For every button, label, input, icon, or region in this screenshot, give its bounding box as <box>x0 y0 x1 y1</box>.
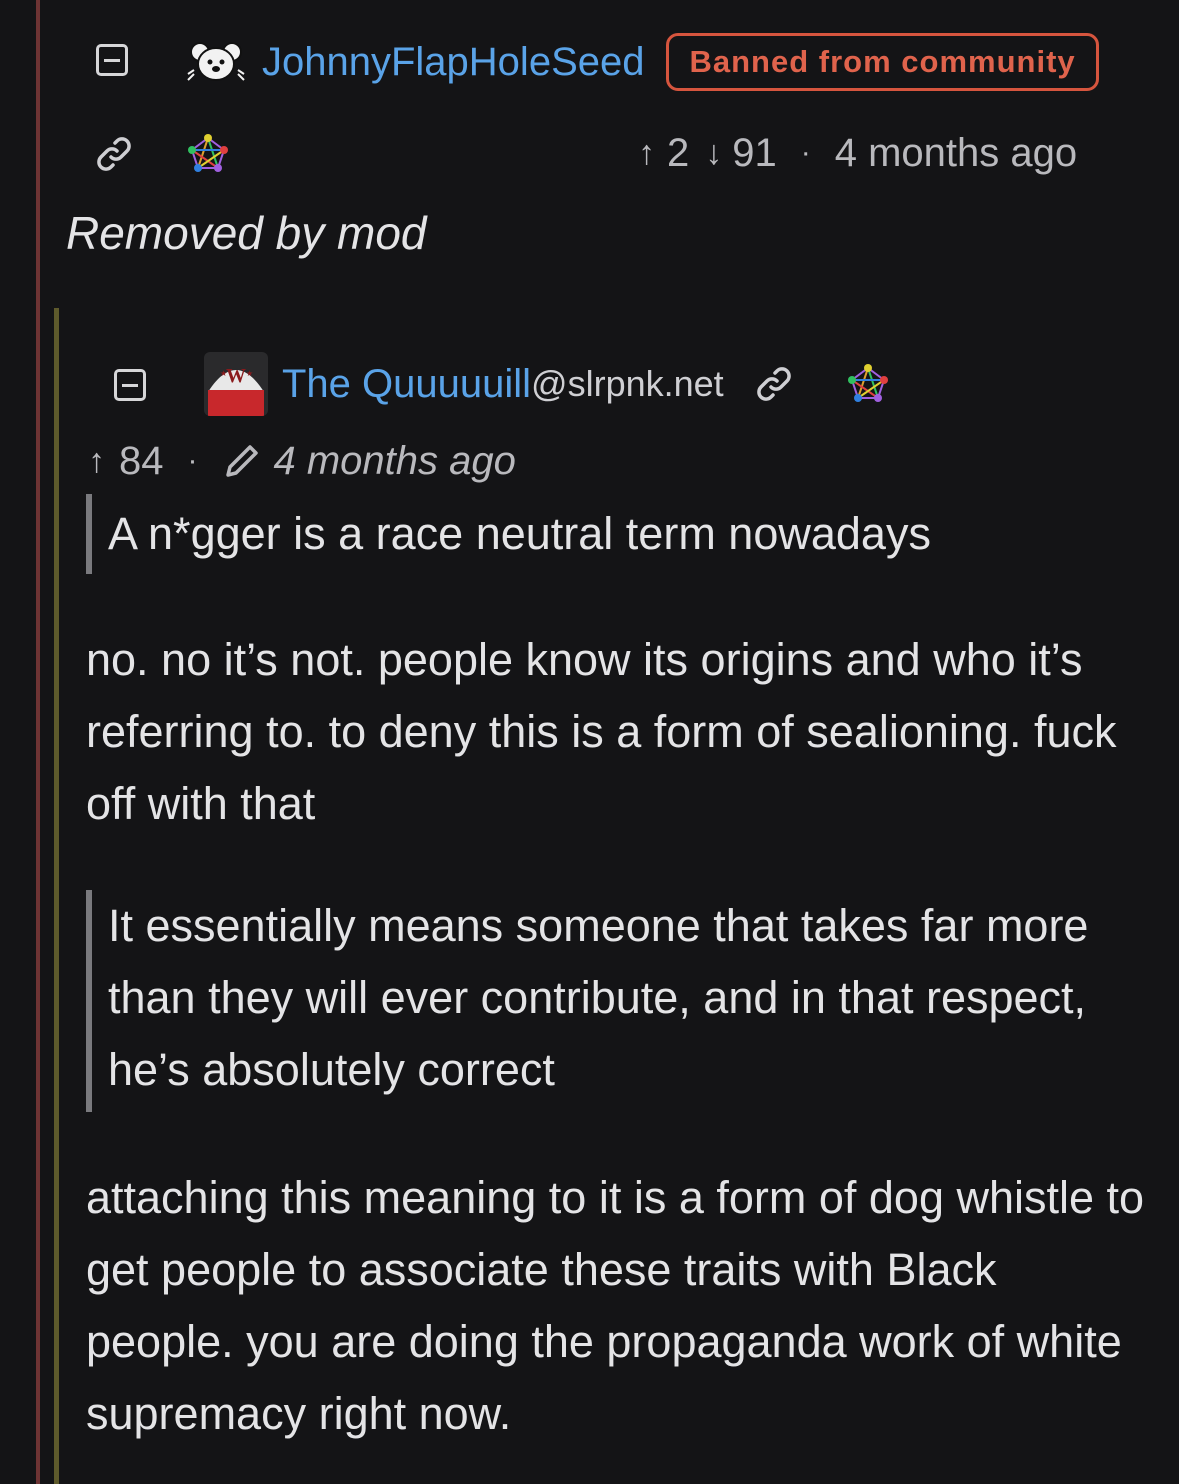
link-icon[interactable] <box>752 362 796 406</box>
comment-2-username[interactable]: The Quuuuuill <box>282 362 531 407</box>
fediverse-icon[interactable] <box>846 362 890 406</box>
collapse-comment-1-button[interactable] <box>96 44 128 76</box>
comment-1-header <box>96 40 128 80</box>
comment-2-paragraph-1: no. no it’s not. people know its origins… <box>86 634 1117 829</box>
collapse-comment-2-button[interactable] <box>114 369 146 401</box>
comment-2-timestamp: 4 months ago <box>273 438 516 483</box>
thread-line-level-2[interactable] <box>54 308 59 1484</box>
downvote-arrow-icon[interactable]: ↓ <box>705 134 722 173</box>
svg-text:W: W <box>226 365 246 387</box>
banned-badge: Banned from community <box>666 33 1099 91</box>
svg-text:★: ★ <box>220 369 227 378</box>
upvote-count: 2 <box>667 130 690 175</box>
comment-1-actions-left <box>92 132 230 176</box>
pencil-icon <box>222 441 262 481</box>
upvote-arrow-icon[interactable]: ↑ <box>638 134 655 173</box>
fediverse-icon[interactable] <box>186 132 230 176</box>
link-icon[interactable] <box>92 132 136 176</box>
svg-text:★: ★ <box>246 369 253 378</box>
comment-1-author: JohnnyFlapHoleSeed Banned from community <box>186 33 1099 91</box>
comment-2-instance: @slrpnk.net <box>531 363 724 404</box>
separator-dot: · <box>187 444 198 477</box>
comment-2-meta: ↑ 84 · 4 months ago <box>88 436 516 486</box>
minus-icon <box>122 383 138 387</box>
separator-dot: · <box>800 136 811 169</box>
comment-1-timestamp: 4 months ago <box>834 130 1078 175</box>
downvote-count: 91 <box>732 130 777 175</box>
comment-2-collapse <box>114 367 146 403</box>
upvote-arrow-icon[interactable]: ↑ <box>88 442 105 481</box>
thread-line-level-1[interactable] <box>36 0 40 1484</box>
comment-2-paragraph-2: attaching this meaning to it is a form o… <box>86 1172 1145 1439</box>
comment-1-username[interactable]: JohnnyFlapHoleSeed <box>262 40 644 85</box>
comment-1-votes: ↑ 2 ↓ 91 · 4 months ago <box>638 128 1077 178</box>
avatar-cap-icon[interactable]: W ★ ★ <box>204 352 268 416</box>
comment-1-removed-text: Removed by mod <box>66 207 427 259</box>
blockquote-2: It essentially means someone that takes … <box>86 890 1146 1112</box>
minus-icon <box>104 58 120 62</box>
avatar-bear-icon[interactable] <box>186 40 246 84</box>
comment-2-upvote-count: 84 <box>119 438 164 483</box>
blockquote-1: A n*gger is a race neutral term nowadays <box>86 494 1146 574</box>
comment-2-author: W ★ ★ The Quuuuuill @slrpnk.net <box>204 352 890 416</box>
